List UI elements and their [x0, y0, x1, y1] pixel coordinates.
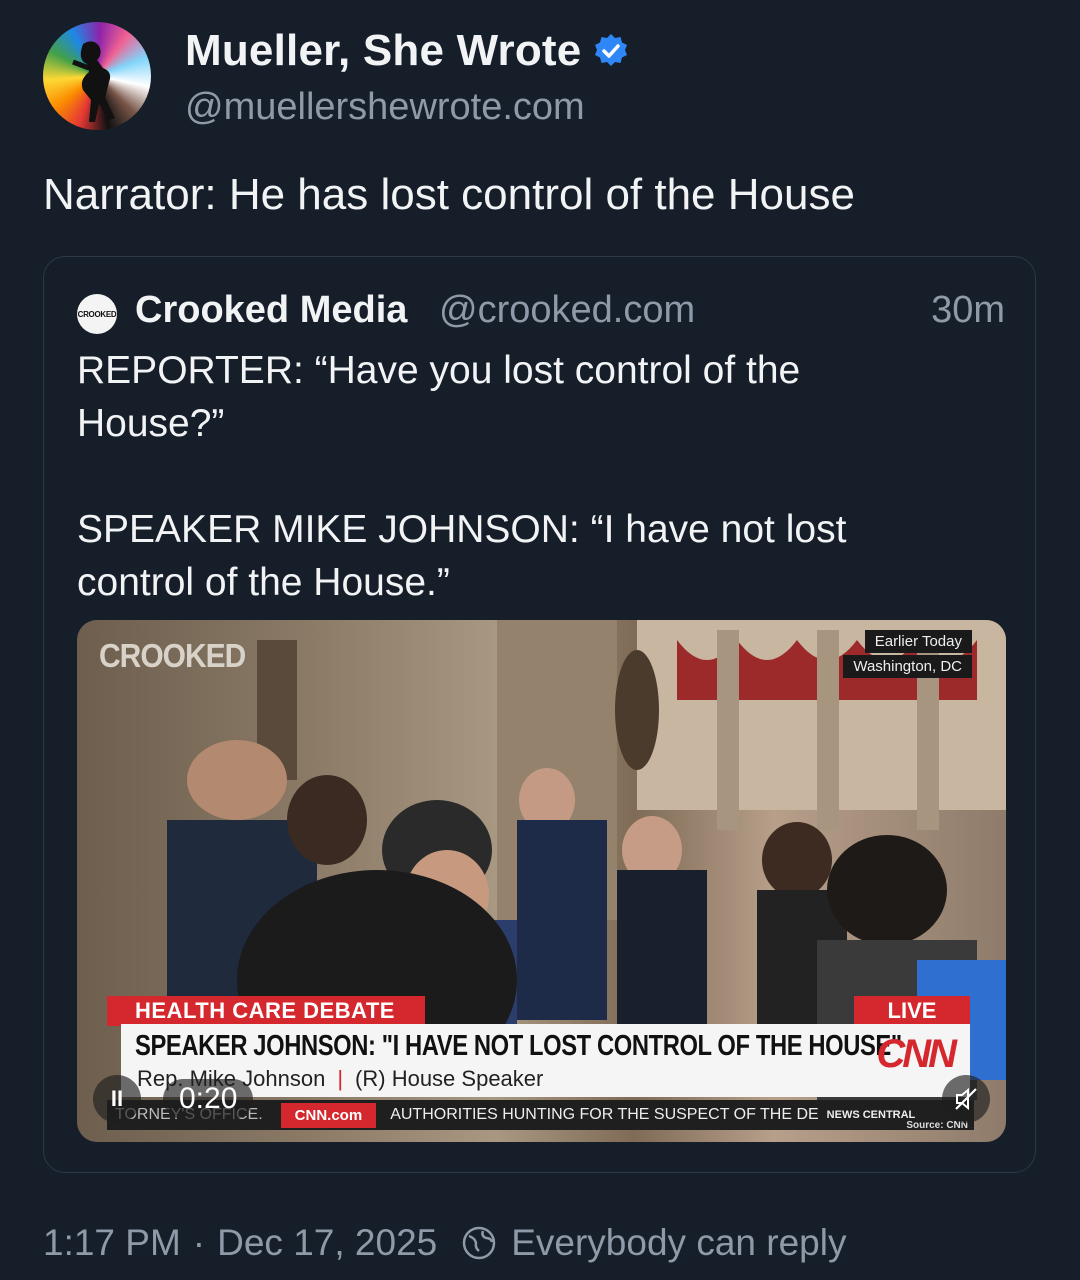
post-text: Narrator: He has lost control of the Hou…	[43, 170, 855, 219]
post-footer: 1:17 PM · Dec 17, 2025 Everybody can rep…	[43, 1222, 846, 1264]
speaker-muted-icon	[955, 1087, 977, 1111]
chyron-live-tag: LIVE	[854, 996, 970, 1026]
mute-button[interactable]	[942, 1075, 990, 1123]
location-top: Earlier Today	[864, 630, 972, 653]
silhouette-icon	[72, 41, 115, 122]
footer-separator: ·	[192, 1222, 206, 1263]
ticker-text: AUTHORITIES HUNTING FOR THE SUSPECT OF T…	[390, 1106, 819, 1123]
quote-text-line: House?”	[77, 402, 225, 445]
video-elapsed-time: 0:20	[163, 1079, 254, 1119]
post-date[interactable]: Dec 17, 2025	[217, 1222, 437, 1264]
quote-text-line: control of the House.”	[77, 561, 450, 604]
video-watermark: CROOKED	[99, 638, 246, 675]
chyron-headline: SPEAKER JOHNSON: "I HAVE NOT LOST CONTRO…	[135, 1030, 902, 1062]
quote-text-line: REPORTER: “Have you lost control of the	[77, 349, 801, 392]
video-player[interactable]: CROOKED Earlier Today Washington, DC HEA…	[77, 620, 1006, 1142]
globe-icon	[462, 1226, 496, 1260]
post-time[interactable]: 1:17 PM	[43, 1222, 181, 1264]
quote-text-line: SPEAKER MIKE JOHNSON: “I have not lost	[77, 508, 847, 551]
author-avatar[interactable]	[43, 22, 151, 130]
verified-badge-icon	[595, 34, 628, 66]
chyron-separator: |	[337, 1066, 344, 1091]
author-name-text: Mueller, She Wrote	[185, 26, 582, 75]
chyron-topic-tag: HEALTH CARE DEBATE	[107, 996, 425, 1026]
location-overlay: Earlier Today Washington, DC	[843, 630, 972, 680]
ticker-logo: CNN.com	[280, 1102, 377, 1128]
ticker-tail: NEWS CENTRAL	[826, 1109, 916, 1121]
quote-handle[interactable]: @crooked.com	[439, 289, 695, 332]
author-handle[interactable]: @muellershewrote.com	[185, 86, 585, 129]
pause-icon: II	[110, 1086, 124, 1111]
reply-setting: Everybody can reply	[511, 1222, 847, 1263]
quote-display-name[interactable]: Crooked Media	[135, 289, 407, 332]
quote-time: 30m	[931, 289, 1005, 331]
pause-button[interactable]: II	[93, 1075, 141, 1123]
network-logo: CNN	[876, 1032, 957, 1076]
quote-avatar[interactable]: CROOKED	[77, 294, 117, 334]
author-display-name[interactable]: Mueller, She Wrote	[185, 26, 629, 76]
chyron-role: (R) House Speaker	[355, 1066, 544, 1091]
quoted-post-card[interactable]: CROOKED Crooked Media @crooked.com 30m R…	[43, 256, 1036, 1173]
location-bottom: Washington, DC	[843, 655, 972, 678]
